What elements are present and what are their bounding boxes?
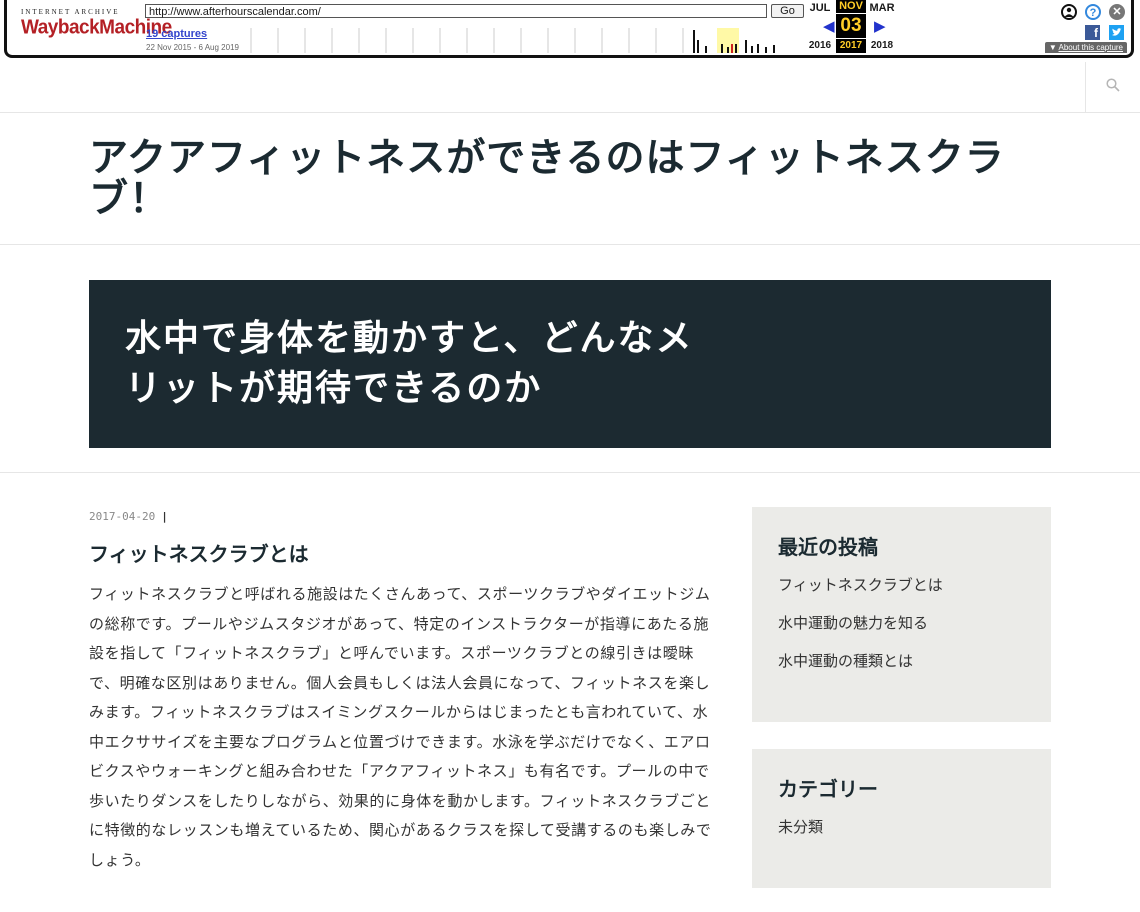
next-year[interactable]: 2018 <box>867 40 897 51</box>
prev-capture-icon[interactable]: ◀ <box>823 17 835 35</box>
about-capture-button[interactable]: ▼ About this capture <box>1044 42 1127 53</box>
divider <box>0 472 1140 473</box>
wayback-go-button[interactable]: Go <box>771 4 804 18</box>
wayback-url-input[interactable]: http://www.afterhourscalendar.com/ <box>145 4 767 18</box>
capture-date-range: 22 Nov 2015 - 6 Aug 2019 <box>146 43 239 52</box>
user-icon[interactable] <box>1061 4 1077 20</box>
post-body: フィットネスクラブと呼ばれる施設はたくさんあって、スポーツクラブやダイエットジム… <box>89 585 712 869</box>
wayback-calendar: JUL NOV MAR ◀ 03 ▶ 2016 2017 2018 <box>803 0 899 56</box>
categories-title: カテゴリー <box>778 777 878 801</box>
capture-sparkline[interactable] <box>243 28 781 53</box>
hero-banner: 水中で身体を動かすと、どんなメリットが期待できるのか <box>89 280 1051 448</box>
wayback-logo[interactable]: INTERNET ARCHIVE WaybackMachine <box>21 8 172 39</box>
recent-post-link[interactable]: フィットネスクラブとは <box>778 574 1025 595</box>
prev-year[interactable]: 2016 <box>805 40 835 51</box>
about-capture-label: About this capture <box>1058 43 1123 52</box>
recent-posts-widget: 最近の投稿 フィットネスクラブとは 水中運動の魅力を知る 水中運動の種類とは <box>752 507 1051 722</box>
post-date[interactable]: 2017-04-20 <box>89 510 155 523</box>
next-capture-icon[interactable]: ▶ <box>874 17 886 35</box>
twitter-icon[interactable] <box>1109 25 1124 40</box>
wayback-logo-top: INTERNET ARCHIVE <box>21 8 120 16</box>
category-link[interactable]: 未分類 <box>778 816 1025 837</box>
meta-separator: | <box>161 510 168 523</box>
categories-widget: カテゴリー 未分類 <box>752 749 1051 888</box>
current-month: NOV <box>836 0 866 13</box>
post-title[interactable]: フィットネスクラブとは <box>89 538 309 567</box>
current-year: 2017 <box>836 39 866 53</box>
close-icon[interactable]: ✕ <box>1109 4 1125 20</box>
wayback-toolbar: INTERNET ARCHIVE WaybackMachine http://w… <box>4 0 1134 58</box>
search-icon <box>1106 78 1120 92</box>
wayback-logo-main: WaybackMachine <box>21 16 172 39</box>
hero-title: 水中で身体を動かすと、どんなメリットが期待できるのか <box>125 318 694 409</box>
prev-month[interactable]: JUL <box>805 2 835 14</box>
help-icon[interactable]: ? <box>1085 4 1101 20</box>
recent-posts-title: 最近の投稿 <box>778 535 878 559</box>
recent-post-link[interactable]: 水中運動の魅力を知る <box>778 612 1025 633</box>
search-button[interactable] <box>1085 62 1140 112</box>
site-title[interactable]: アクアフィットネスができるのはフィットネスクラブ！ <box>89 138 1049 220</box>
site-topbar <box>0 62 1140 113</box>
current-day: 03 <box>836 14 866 38</box>
facebook-icon[interactable]: f <box>1085 25 1100 40</box>
captures-link[interactable]: 19 captures <box>146 28 207 40</box>
next-month[interactable]: MAR <box>867 2 897 14</box>
recent-post-link[interactable]: 水中運動の種類とは <box>778 650 1025 671</box>
post-meta: 2017-04-20 | <box>89 510 168 523</box>
divider <box>0 244 1140 245</box>
